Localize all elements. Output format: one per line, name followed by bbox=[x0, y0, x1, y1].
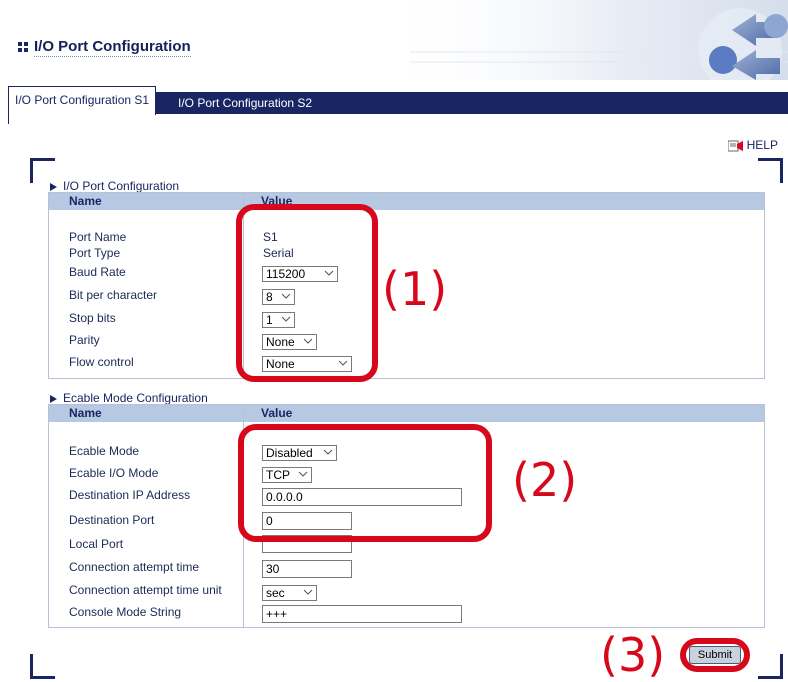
tab-io-port-s2[interactable]: I/O Port Configuration S2 bbox=[172, 92, 318, 114]
column-header-name: Name bbox=[69, 406, 102, 420]
stop-bits-label: Stop bits bbox=[69, 311, 116, 325]
io-port-section-title: I/O Port Configuration bbox=[50, 179, 179, 193]
port-name-label: Port Name bbox=[69, 230, 127, 244]
connection-attempt-time-unit-select-value: sec bbox=[266, 586, 285, 600]
column-header-name: Name bbox=[69, 194, 102, 208]
page-title-text: I/O Port Configuration bbox=[34, 38, 191, 57]
help-book-icon bbox=[727, 140, 743, 152]
table-header-row: Name Value bbox=[49, 405, 764, 422]
ecable-io-mode-label: Ecable I/O Mode bbox=[69, 466, 159, 480]
help-link[interactable]: HELP bbox=[727, 138, 778, 152]
flow-control-label: Flow control bbox=[69, 355, 134, 369]
baud-rate-label: Baud Rate bbox=[69, 265, 126, 279]
tab-io-port-s1[interactable]: I/O Port Configuration S1 bbox=[8, 86, 157, 115]
column-header-value: Value bbox=[261, 406, 293, 420]
panel-corner-bottom-right bbox=[758, 654, 783, 679]
page-title: I/O Port Configuration bbox=[18, 38, 191, 57]
submit-button[interactable]: Submit bbox=[689, 646, 741, 664]
connection-attempt-time-unit-select[interactable]: sec bbox=[262, 585, 317, 601]
io-port-section-title-text: I/O Port Configuration bbox=[63, 179, 180, 193]
destination-ip-label: Destination IP Address bbox=[69, 488, 191, 502]
callout-box-2 bbox=[238, 424, 492, 542]
callout-label-2: (2) bbox=[512, 453, 578, 507]
ecable-section-title-text: Ecable Mode Configuration bbox=[63, 391, 208, 405]
triangle-right-icon bbox=[50, 394, 57, 403]
header-banner-graphic bbox=[380, 0, 788, 80]
destination-port-label: Destination Port bbox=[69, 513, 155, 527]
local-port-label: Local Port bbox=[69, 537, 124, 551]
connection-attempt-time-unit-label: Connection attempt time unit bbox=[69, 583, 222, 597]
port-type-label: Port Type bbox=[69, 246, 121, 260]
panel-corner-bottom-left bbox=[30, 654, 55, 679]
tab-bar: I/O Port Configuration S1 I/O Port Confi… bbox=[8, 86, 788, 115]
panel-corner-top-right bbox=[758, 158, 783, 183]
callout-label-3: (3) bbox=[600, 628, 666, 682]
console-mode-string-input[interactable]: +++ bbox=[262, 605, 462, 623]
callout-label-1: (1) bbox=[382, 262, 448, 316]
connection-attempt-time-label: Connection attempt time bbox=[69, 560, 200, 574]
triangle-right-icon bbox=[50, 182, 57, 191]
parity-label: Parity bbox=[69, 333, 100, 347]
ecable-section-title: Ecable Mode Configuration bbox=[50, 391, 208, 405]
connection-attempt-time-input[interactable]: 30 bbox=[262, 560, 352, 578]
bit-per-character-label: Bit per character bbox=[69, 288, 158, 302]
help-label: HELP bbox=[746, 138, 778, 152]
ecable-mode-label: Ecable Mode bbox=[69, 444, 140, 458]
table-header-row: Name Value bbox=[49, 193, 764, 210]
tab-bar-edge bbox=[8, 114, 9, 124]
grid-bullet-icon bbox=[18, 39, 28, 56]
console-mode-string-label: Console Mode String bbox=[69, 605, 182, 619]
callout-box-1 bbox=[236, 204, 378, 382]
chevron-down-icon bbox=[303, 589, 313, 595]
